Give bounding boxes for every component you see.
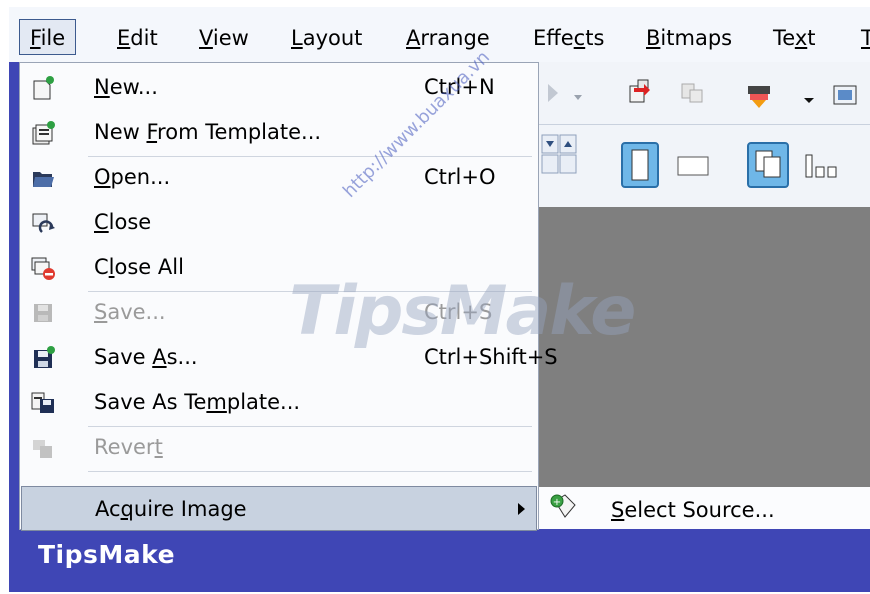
menu-bitmaps-mnemonic: B	[646, 26, 661, 50]
svg-text:+: +	[553, 497, 561, 508]
save-as-template-icon	[31, 392, 54, 413]
revert-icon	[33, 440, 52, 458]
menu-effects-mnemonic: c	[573, 26, 586, 50]
menu-text-mnemonic: x	[794, 26, 808, 50]
menu-item-save-as-template-label: Save As Template...	[94, 390, 301, 414]
menu-item-save-as-template[interactable]: Save As Template...	[20, 380, 538, 427]
menu-text-label-a: Te	[773, 26, 795, 50]
menu-effects[interactable]: Effects	[523, 20, 614, 56]
menu-item-open[interactable]: Open... Ctrl+O	[20, 155, 538, 200]
brand-label: TipsMake	[38, 540, 176, 569]
menu-item-new-from-template-label: New From Template...	[94, 120, 322, 144]
menu-text[interactable]: Text	[763, 20, 825, 56]
menu-edit-label: dit	[130, 26, 158, 50]
landscape-icon[interactable]	[677, 156, 709, 176]
menu-item-close-all-label: Close All	[94, 255, 184, 279]
menu-item-revert-label: Revert	[94, 435, 163, 459]
new-document-icon	[33, 76, 54, 100]
watermark-logo: TipsMake	[289, 272, 636, 351]
current-page-icon[interactable]	[805, 154, 837, 178]
import-icon[interactable]	[629, 79, 650, 103]
menu-item-revert[interactable]: Revert	[20, 425, 538, 472]
menu-layout-mnemonic: L	[291, 26, 303, 50]
menu-view-label: iew	[212, 26, 249, 50]
select-source-label: elect Source...	[624, 498, 775, 522]
menu-arrange[interactable]: Arrange	[396, 20, 500, 56]
portrait-icon[interactable]	[621, 142, 659, 188]
menu-arrange-mnemonic: A	[406, 26, 421, 50]
menu-view-mnemonic: V	[199, 26, 213, 50]
acquire-image-submenu: + Select Source...	[534, 487, 870, 529]
menu-effects-label-b: ts	[585, 26, 605, 50]
save-icon	[34, 304, 52, 322]
menu-item-save-label: Save...	[94, 300, 166, 324]
menu-item-acquire-image-label: Acquire Image	[95, 497, 247, 521]
menu-effects-label-a: Effe	[533, 26, 574, 50]
app-window: File Edit View Layout Arrange Effects Bi…	[9, 7, 870, 592]
folder-open-icon	[33, 172, 54, 187]
save-as-icon	[34, 346, 55, 368]
application-launcher-icon[interactable]	[833, 85, 857, 105]
menu-file-mnemonic: F	[30, 26, 41, 50]
export-icon[interactable]	[681, 83, 703, 103]
menu-item-new-label: New...	[94, 75, 158, 99]
redo-arrow-icon[interactable]	[548, 84, 582, 102]
standard-toolbar	[534, 62, 870, 125]
size-spinner-icon[interactable]	[541, 134, 577, 174]
menu-bar: File Edit View Layout Arrange Effects Bi…	[9, 7, 870, 62]
menu-item-acquire-image[interactable]: Acquire Image	[21, 486, 537, 531]
publish-icon[interactable]	[748, 86, 814, 108]
menu-edit-mnemonic: E	[117, 26, 131, 50]
submenu-arrow-icon	[518, 503, 525, 515]
menu-layout[interactable]: Layout	[281, 20, 372, 56]
menu-t-label: T	[861, 26, 870, 50]
menu-edit[interactable]: Edit	[107, 20, 168, 56]
new-from-template-icon	[32, 121, 55, 145]
menu-view[interactable]: View	[189, 20, 259, 56]
menu-bitmaps-label: itmaps	[660, 26, 733, 50]
menu-file[interactable]: File	[19, 19, 77, 55]
menu-item-open-label: Open...	[94, 165, 171, 189]
menu-item-close[interactable]: Close	[20, 200, 538, 245]
property-bar-icons	[541, 134, 837, 188]
select-source-icon: +	[550, 494, 576, 518]
standard-toolbar-icons	[548, 79, 857, 108]
menu-text-label-b: t	[807, 26, 816, 50]
select-source-mnemonic: S	[611, 498, 625, 522]
menu-bitmaps[interactable]: Bitmaps	[636, 20, 742, 56]
menu-item-save-as-label: Save As...	[94, 345, 198, 369]
select-source-item[interactable]: Select Source...	[611, 487, 775, 529]
close-document-icon	[32, 213, 55, 233]
property-bar	[534, 125, 870, 208]
menu-t-truncated[interactable]: T	[851, 20, 870, 56]
menu-item-open-shortcut: Ctrl+O	[424, 165, 496, 189]
all-pages-icon[interactable]	[747, 142, 789, 188]
menu-layout-label: ayout	[302, 26, 363, 50]
close-all-icon	[31, 257, 55, 280]
menu-item-new-from-template[interactable]: New From Template...	[20, 110, 538, 157]
menu-item-close-label: Close	[94, 210, 152, 234]
menu-file-label: ile	[40, 26, 66, 50]
